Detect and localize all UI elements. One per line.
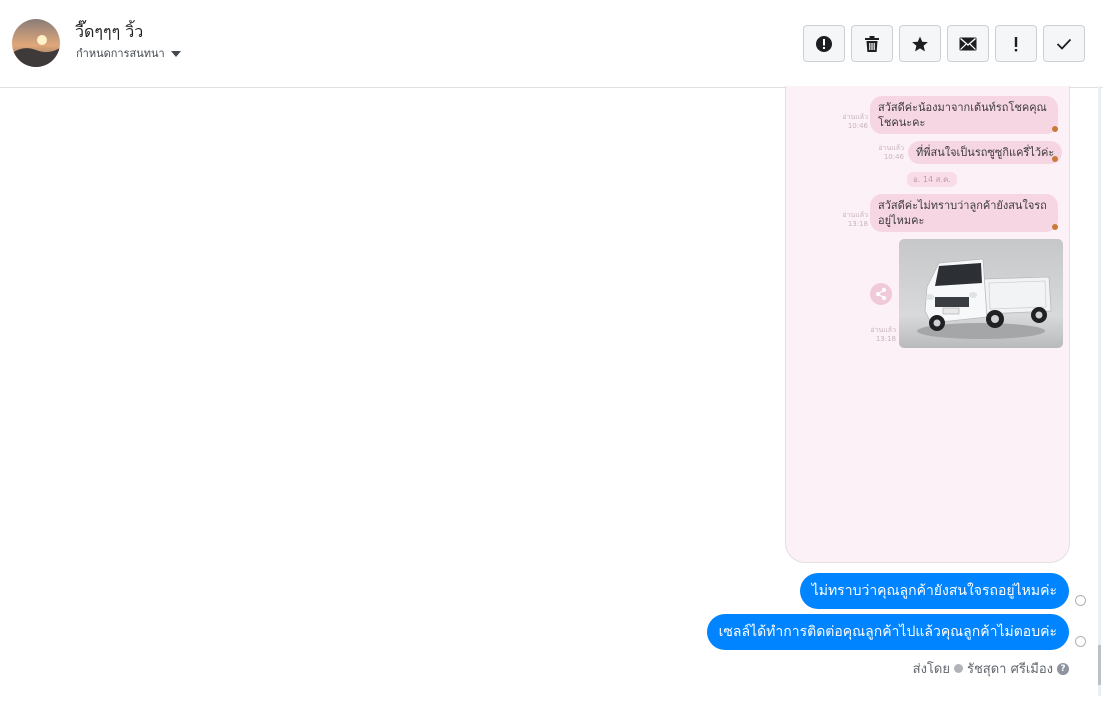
sender-name[interactable]: รัชสุดา ศรีเมือง	[967, 658, 1053, 679]
share-icon	[870, 283, 892, 305]
screenshot-message-meta: อ่านแล้ว 10:46	[842, 113, 868, 130]
star-icon	[912, 36, 928, 51]
screenshot-message: สวัสดีค่ะน้องมาจากเต้นท์รถโชคคุณ โชคนะคะ	[870, 96, 1058, 134]
sent-by-line: ส่งโดย รัชสุดา ศรีเมือง ?	[913, 658, 1069, 679]
conversation-status-dropdown[interactable]: กำหนดการสนทนา	[76, 44, 181, 62]
screenshot-message: ที่พี่สนใจเป็นรถซูซูกิแครี่ไว้ค่ะ	[908, 141, 1063, 164]
photo-meta: อ่านแล้ว 13:18	[870, 326, 896, 343]
date-chip: อ. 14 ส.ค.	[907, 172, 957, 187]
scrollbar-track[interactable]	[1098, 86, 1101, 696]
outgoing-message[interactable]: ไม่ทราบว่าคุณลูกค้ายังสนใจรถอยู่ไหมค่ะ	[799, 573, 1069, 609]
delete-button[interactable]	[851, 25, 893, 62]
help-icon[interactable]: ?	[1057, 662, 1069, 675]
conversation-header: วี๊ดๆๆๆ วิ้ว กำหนดการสนทนา	[0, 0, 1103, 88]
exclaim-button[interactable]	[995, 25, 1037, 62]
report-button[interactable]	[803, 25, 845, 62]
envelope-icon	[959, 37, 977, 50]
screenshot-message: สวัสดีค่ะไม่ทราบว่าลูกค้ายังสนใจรถ อยู่ไ…	[870, 194, 1058, 232]
check-icon	[1056, 38, 1072, 50]
reaction-icon	[1052, 224, 1058, 230]
alert-circle-icon	[816, 35, 832, 52]
avatar[interactable]	[12, 19, 60, 67]
reaction-icon	[1052, 126, 1058, 132]
reaction-icon	[1052, 156, 1058, 162]
exclamation-icon	[1014, 36, 1018, 51]
done-button[interactable]	[1043, 25, 1085, 62]
caret-down-icon	[170, 50, 181, 57]
star-button[interactable]	[899, 25, 941, 62]
trash-icon	[865, 35, 879, 52]
outgoing-message[interactable]: เซลล์ได้ทำการติดต่อคุณลูกค้าไปแล้วคุณลูก…	[706, 614, 1069, 650]
scrollbar-thumb[interactable]	[1098, 645, 1101, 685]
sent-status-icon	[1075, 595, 1086, 606]
screenshot-message-meta: อ่านแล้ว 10:46	[878, 144, 904, 161]
shared-screenshot-image[interactable]: สวัสดีค่ะน้องมาจากเต้นท์รถโชคคุณ โชคนะคะ…	[785, 86, 1070, 563]
sent-by-label: ส่งโดย	[912, 662, 950, 677]
conversation-status-label: กำหนดการสนทนา	[76, 47, 165, 60]
screenshot-message-meta: อ่านแล้ว 13:18	[842, 211, 868, 228]
contact-name: วี๊ดๆๆๆ วิ้ว	[75, 22, 144, 41]
mail-button[interactable]	[947, 25, 989, 62]
sent-status-icon	[1075, 636, 1086, 647]
verified-icon	[953, 664, 963, 673]
truck-photo	[899, 239, 1063, 348]
action-toolbar	[803, 25, 1085, 62]
